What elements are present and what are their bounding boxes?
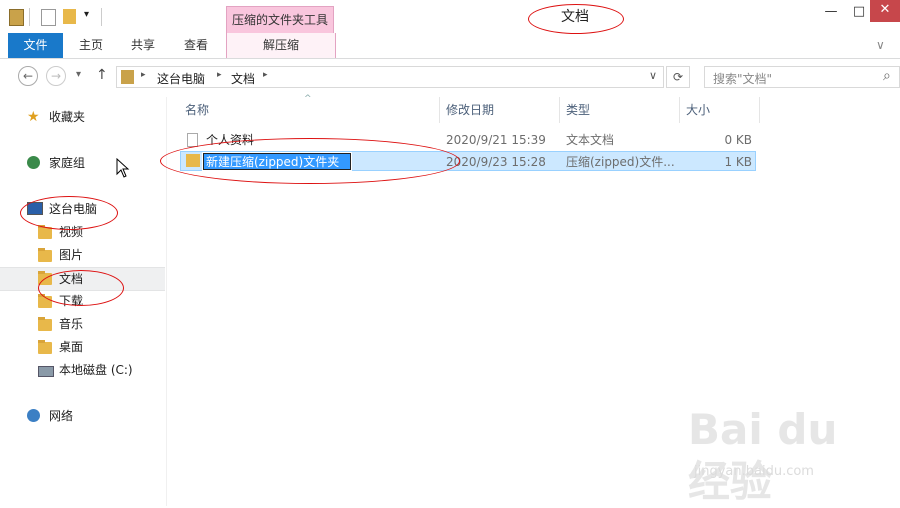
network-icon (27, 409, 40, 422)
title-bar: ▾ 文档 — □ ✕ (0, 0, 900, 33)
search-icon[interactable]: ⌕ (883, 68, 891, 84)
tab-extract[interactable]: 解压缩 (226, 33, 336, 58)
properties-icon[interactable] (41, 9, 56, 26)
breadcrumb-separator-icon[interactable]: ▸ (263, 70, 268, 80)
file-type: 文本文档 (566, 133, 615, 147)
refresh-button[interactable]: ⟳ (666, 66, 690, 88)
recent-locations-icon[interactable]: ▾ (76, 69, 81, 80)
folder-icon (38, 248, 52, 262)
watermark-url: jingyan.baidu.com (694, 464, 814, 479)
tab-home[interactable]: 主页 (66, 33, 116, 58)
folder-icon (38, 317, 52, 331)
annotation-ellipse (38, 270, 124, 306)
search-placeholder: 搜索"文档" (713, 72, 773, 86)
file-size: 0 KB (724, 133, 752, 147)
column-header-modified[interactable]: 修改日期 (440, 97, 560, 123)
tab-file[interactable]: 文件 (8, 33, 63, 58)
file-type: 压缩(zipped)文件... (566, 155, 675, 169)
address-bar[interactable]: ▸ 这台电脑 ▸ 文档 ▸ ∨ (116, 66, 664, 88)
folder-icon (38, 225, 52, 239)
minimize-button[interactable]: — (820, 4, 842, 22)
file-size: 1 KB (724, 155, 752, 169)
annotation-ellipse (160, 138, 460, 184)
navigation-bar: ← → ▾ ↑ ▸ 这台电脑 ▸ 文档 ▸ ∨ ⟳ 搜索"文档" ⌕ (0, 59, 900, 95)
column-header-type[interactable]: 类型 (560, 97, 680, 123)
tab-view[interactable]: 查看 (170, 33, 222, 58)
sidebar-item-favorites[interactable]: ★ 收藏夹 (0, 106, 165, 128)
toolbar-divider (29, 8, 30, 26)
sidebar-item-pictures[interactable]: 图片 (0, 244, 165, 266)
watermark-logo: Bai du 经验 (688, 405, 838, 506)
close-button[interactable]: ✕ (870, 0, 900, 22)
sidebar-item-local-disk[interactable]: 本地磁盘 (C:) (0, 359, 165, 381)
location-icon (121, 70, 134, 84)
tab-share[interactable]: 共享 (118, 33, 168, 58)
file-modified: 2020/9/21 15:39 (446, 133, 546, 147)
sidebar-item-music[interactable]: 音乐 (0, 313, 165, 335)
maximize-button[interactable]: □ (848, 4, 870, 22)
breadcrumb-this-pc[interactable]: 这台电脑 (157, 70, 205, 87)
forward-button[interactable]: → (46, 66, 66, 86)
column-header-name[interactable]: 名称 (179, 97, 440, 123)
star-icon: ★ (27, 109, 40, 125)
sidebar-item-network[interactable]: 网络 (0, 405, 165, 427)
ribbon-expand-icon[interactable]: ∨ (876, 38, 885, 52)
sidebar-item-desktop[interactable]: 桌面 (0, 336, 165, 358)
breadcrumb-documents[interactable]: 文档 (231, 70, 255, 87)
folder-icon (38, 340, 52, 354)
context-tab-header: 压缩的文件夹工具 (226, 6, 334, 33)
annotation-ellipse (528, 4, 624, 34)
back-button[interactable]: ← (18, 66, 38, 86)
breadcrumb-separator-icon[interactable]: ▸ (141, 70, 146, 80)
new-folder-icon[interactable] (63, 9, 76, 24)
drive-icon (38, 366, 54, 377)
ribbon-tabs: 文件 主页 共享 查看 解压缩 ∨ (0, 33, 900, 59)
annotation-ellipse (20, 196, 118, 230)
address-dropdown-icon[interactable]: ∨ (649, 69, 657, 82)
homegroup-icon (27, 156, 40, 169)
mouse-cursor-icon (116, 158, 130, 178)
explorer-icon (9, 9, 24, 26)
sidebar-item-homegroup[interactable]: 家庭组 (0, 152, 165, 174)
breadcrumb-separator-icon[interactable]: ▸ (217, 70, 222, 80)
search-input[interactable]: 搜索"文档" ⌕ (704, 66, 900, 88)
column-header-size[interactable]: 大小 (680, 97, 760, 123)
file-modified: 2020/9/23 15:28 (446, 155, 546, 169)
quick-access-dropdown-icon[interactable]: ▾ (84, 9, 89, 20)
toolbar-divider (101, 8, 102, 26)
up-button[interactable]: ↑ (96, 67, 108, 83)
